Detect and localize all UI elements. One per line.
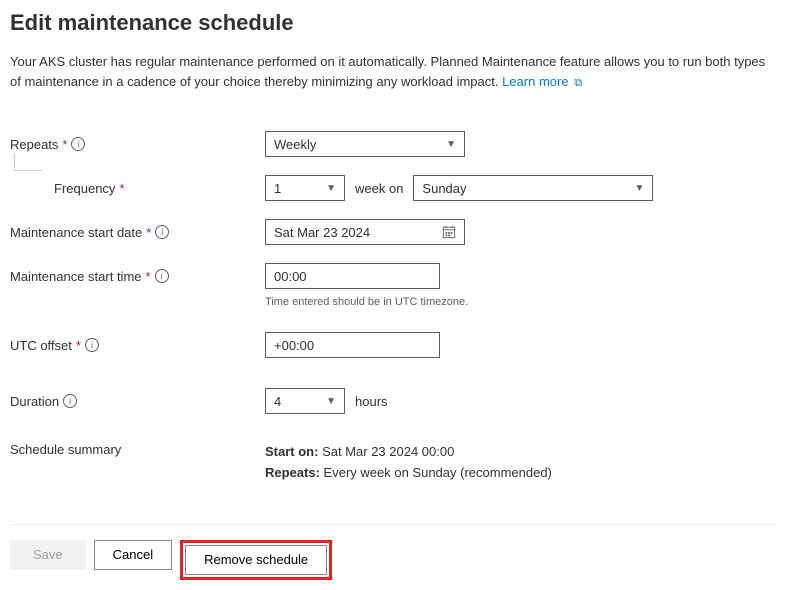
summary-label: Schedule summary bbox=[10, 442, 121, 457]
duration-select[interactable]: 4 ▼ bbox=[265, 388, 345, 414]
repeats-select[interactable]: Weekly ▼ bbox=[265, 131, 465, 157]
frequency-count-select[interactable]: 1 ▼ bbox=[265, 175, 345, 201]
schedule-summary: Start on: Sat Mar 23 2024 00:00 Repeats:… bbox=[265, 442, 552, 484]
start-time-input[interactable]: 00:00 bbox=[265, 263, 440, 289]
external-link-icon: ⧉ bbox=[574, 75, 582, 92]
chevron-down-icon: ▼ bbox=[326, 396, 336, 407]
duration-unit: hours bbox=[355, 394, 388, 409]
utc-offset-input[interactable]: +00:00 bbox=[265, 332, 440, 358]
start-date-input[interactable]: Sat Mar 23 2024 bbox=[265, 219, 465, 245]
chevron-down-icon: ▼ bbox=[635, 183, 645, 194]
utc-offset-label: UTC offset bbox=[10, 338, 72, 353]
start-date-label: Maintenance start date bbox=[10, 225, 142, 240]
start-time-label: Maintenance start time bbox=[10, 269, 142, 284]
info-icon[interactable]: i bbox=[71, 137, 85, 151]
info-icon[interactable]: i bbox=[155, 225, 169, 239]
required-marker: * bbox=[119, 181, 124, 196]
frequency-day-select[interactable]: Sunday ▼ bbox=[413, 175, 653, 201]
tree-connector bbox=[14, 153, 42, 171]
required-marker: * bbox=[76, 338, 81, 353]
frequency-mid-text: week on bbox=[355, 181, 403, 196]
info-icon[interactable]: i bbox=[63, 394, 77, 408]
chevron-down-icon: ▼ bbox=[446, 139, 456, 150]
save-button: Save bbox=[10, 540, 86, 570]
cancel-button[interactable]: Cancel bbox=[94, 540, 172, 570]
info-icon[interactable]: i bbox=[85, 338, 99, 352]
calendar-icon bbox=[442, 225, 456, 239]
remove-schedule-button[interactable]: Remove schedule bbox=[185, 545, 327, 575]
learn-more-link[interactable]: Learn more ⧉ bbox=[502, 74, 582, 89]
page-description: Your AKS cluster has regular maintenance… bbox=[10, 52, 777, 91]
chevron-down-icon: ▼ bbox=[326, 183, 336, 194]
start-time-helper: Time entered should be in UTC timezone. bbox=[265, 296, 468, 308]
info-icon[interactable]: i bbox=[155, 269, 169, 283]
highlight-annotation: Remove schedule bbox=[180, 540, 332, 580]
duration-label: Duration bbox=[10, 394, 59, 409]
frequency-label: Frequency bbox=[54, 181, 115, 196]
footer-actions: Save Cancel Remove schedule bbox=[10, 524, 777, 590]
page-title: Edit maintenance schedule bbox=[10, 10, 777, 36]
required-marker: * bbox=[146, 269, 151, 284]
repeats-label: Repeats bbox=[10, 137, 58, 152]
required-marker: * bbox=[146, 225, 151, 240]
required-marker: * bbox=[62, 137, 67, 152]
